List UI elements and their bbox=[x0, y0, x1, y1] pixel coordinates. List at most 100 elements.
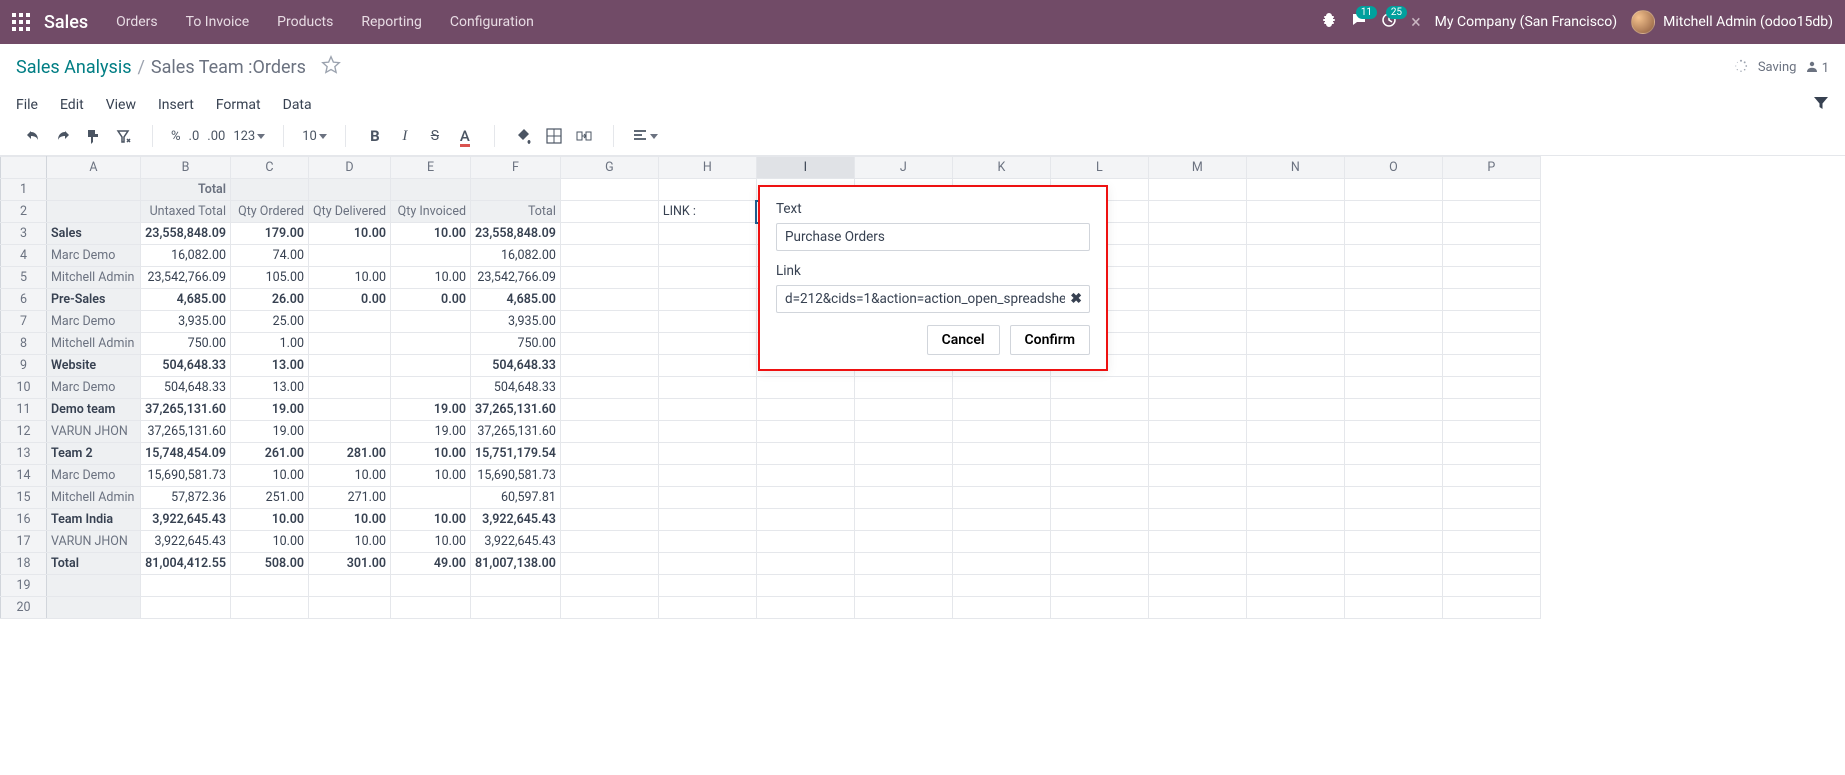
cell[interactable] bbox=[1442, 509, 1540, 531]
cell[interactable] bbox=[1050, 443, 1148, 465]
cell[interactable] bbox=[1442, 487, 1540, 509]
col-header-A[interactable]: A bbox=[47, 157, 141, 179]
cell[interactable] bbox=[658, 399, 756, 421]
cell[interactable]: 10.00 bbox=[231, 509, 309, 531]
cell[interactable] bbox=[391, 311, 471, 333]
cell[interactable] bbox=[854, 421, 952, 443]
cell[interactable] bbox=[658, 355, 756, 377]
cell[interactable]: 15,690,581.73 bbox=[471, 465, 561, 487]
cell[interactable] bbox=[1148, 201, 1246, 223]
cell[interactable] bbox=[658, 289, 756, 311]
cell[interactable] bbox=[756, 443, 854, 465]
cell[interactable] bbox=[1344, 355, 1442, 377]
cell[interactable] bbox=[1344, 223, 1442, 245]
cell[interactable]: Sales bbox=[47, 223, 141, 245]
cell[interactable]: 301.00 bbox=[309, 553, 391, 575]
cell[interactable]: 10.00 bbox=[391, 223, 471, 245]
cell[interactable]: 23,558,848.09 bbox=[141, 223, 231, 245]
cell[interactable] bbox=[1050, 509, 1148, 531]
spreadsheet[interactable]: ABCDEFGHIJKLMNOP1Total2Untaxed TotalQty … bbox=[0, 156, 1845, 619]
cancel-button[interactable]: Cancel bbox=[927, 325, 1000, 355]
cell[interactable] bbox=[1148, 179, 1246, 201]
cell[interactable] bbox=[756, 465, 854, 487]
cell[interactable] bbox=[1442, 465, 1540, 487]
cell[interactable] bbox=[1246, 333, 1344, 355]
cell[interactable] bbox=[658, 267, 756, 289]
cell[interactable] bbox=[391, 575, 471, 597]
cell[interactable] bbox=[756, 575, 854, 597]
format-percent-button[interactable]: % bbox=[171, 129, 181, 144]
cell[interactable] bbox=[1246, 531, 1344, 553]
cell[interactable]: 3,935.00 bbox=[471, 311, 561, 333]
cell[interactable]: Pre-Sales bbox=[47, 289, 141, 311]
cell[interactable]: LINK : bbox=[658, 201, 756, 223]
app-brand[interactable]: Sales bbox=[44, 12, 88, 33]
italic-button[interactable]: I bbox=[394, 125, 416, 147]
cell[interactable] bbox=[141, 597, 231, 619]
cell[interactable] bbox=[560, 553, 658, 575]
cell[interactable] bbox=[1344, 487, 1442, 509]
cell[interactable] bbox=[560, 377, 658, 399]
cell[interactable] bbox=[1148, 531, 1246, 553]
cell[interactable] bbox=[1442, 597, 1540, 619]
cell[interactable] bbox=[1148, 421, 1246, 443]
cell[interactable]: Team 2 bbox=[47, 443, 141, 465]
col-header-F[interactable]: F bbox=[471, 157, 561, 179]
cell[interactable] bbox=[658, 509, 756, 531]
cell[interactable] bbox=[47, 575, 141, 597]
cell[interactable] bbox=[1246, 399, 1344, 421]
cell[interactable] bbox=[756, 553, 854, 575]
cell[interactable] bbox=[560, 575, 658, 597]
cell[interactable]: 81,004,412.55 bbox=[141, 553, 231, 575]
cell[interactable] bbox=[560, 289, 658, 311]
close-icon[interactable]: × bbox=[1411, 12, 1421, 33]
cell[interactable]: 179.00 bbox=[231, 223, 309, 245]
cell[interactable] bbox=[1246, 487, 1344, 509]
cell[interactable] bbox=[1246, 443, 1344, 465]
cell[interactable] bbox=[756, 377, 854, 399]
format-dec2-button[interactable]: .00 bbox=[207, 129, 225, 144]
apps-icon[interactable] bbox=[12, 13, 30, 31]
cell[interactable]: 13.00 bbox=[231, 355, 309, 377]
row-header[interactable]: 20 bbox=[1, 597, 47, 619]
cell[interactable] bbox=[560, 531, 658, 553]
menu-data[interactable]: Data bbox=[283, 97, 312, 113]
cell[interactable] bbox=[1344, 245, 1442, 267]
cell[interactable]: 750.00 bbox=[471, 333, 561, 355]
cell[interactable]: Qty Invoiced bbox=[391, 201, 471, 223]
chat-icon[interactable]: 11 bbox=[1351, 12, 1367, 32]
cell[interactable]: Mitchell Admin bbox=[47, 487, 141, 509]
cell[interactable] bbox=[1246, 245, 1344, 267]
row-header[interactable]: 12 bbox=[1, 421, 47, 443]
col-header-E[interactable]: E bbox=[391, 157, 471, 179]
cell[interactable] bbox=[1344, 553, 1442, 575]
cell[interactable] bbox=[1344, 465, 1442, 487]
cell[interactable] bbox=[658, 597, 756, 619]
cell[interactable] bbox=[309, 245, 391, 267]
cell[interactable] bbox=[471, 179, 561, 201]
cell[interactable]: Qty Ordered bbox=[231, 201, 309, 223]
cell[interactable] bbox=[1148, 355, 1246, 377]
cell[interactable] bbox=[854, 487, 952, 509]
cell[interactable]: Marc Demo bbox=[47, 465, 141, 487]
cell[interactable] bbox=[1344, 421, 1442, 443]
cell[interactable]: 271.00 bbox=[309, 487, 391, 509]
cell[interactable]: 3,922,645.43 bbox=[471, 509, 561, 531]
cell[interactable] bbox=[560, 245, 658, 267]
cell[interactable] bbox=[1246, 465, 1344, 487]
cell[interactable]: Marc Demo bbox=[47, 311, 141, 333]
cell[interactable] bbox=[1442, 333, 1540, 355]
cell[interactable] bbox=[952, 399, 1050, 421]
col-header-L[interactable]: L bbox=[1050, 157, 1148, 179]
cell[interactable] bbox=[560, 399, 658, 421]
cell[interactable]: 26.00 bbox=[231, 289, 309, 311]
strike-button[interactable]: S bbox=[424, 125, 446, 147]
cell[interactable] bbox=[1442, 311, 1540, 333]
cell[interactable]: 251.00 bbox=[231, 487, 309, 509]
cell[interactable] bbox=[47, 201, 141, 223]
cell[interactable]: 23,542,766.09 bbox=[141, 267, 231, 289]
cell[interactable] bbox=[1344, 597, 1442, 619]
cell[interactable] bbox=[1246, 421, 1344, 443]
nav-reporting[interactable]: Reporting bbox=[361, 14, 422, 30]
cell[interactable] bbox=[1442, 179, 1540, 201]
